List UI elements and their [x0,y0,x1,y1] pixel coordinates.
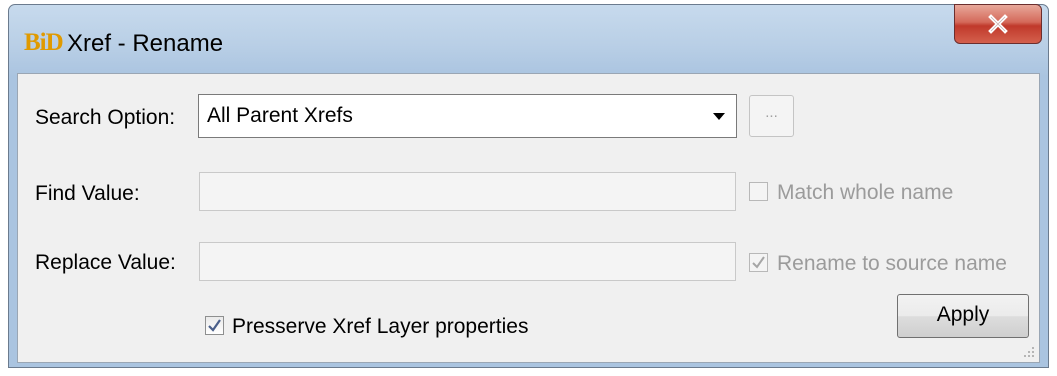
apply-button[interactable]: Apply [897,294,1029,338]
title-bar[interactable]: BiD Xref - Rename [9,5,1048,73]
resize-grip-icon[interactable] [1022,345,1036,359]
preserve-layer-properties-checkbox[interactable] [205,316,224,335]
replace-value-input[interactable] [199,242,736,281]
search-option-label: Search Option: [35,106,176,129]
rename-to-source-label: Rename to source name [777,252,1007,275]
app-logo-icon: BiD [24,29,64,56]
window-title: Xref - Rename [67,30,224,57]
search-option-selected-value: All Parent Xrefs [207,104,353,127]
rename-to-source-checkbox[interactable] [749,253,768,272]
match-whole-name-label: Match whole name [777,181,954,204]
close-button[interactable] [954,4,1042,44]
match-whole-name-checkbox[interactable] [749,182,768,201]
find-value-label: Find Value: [35,182,140,205]
check-mark-icon [752,256,765,269]
search-option-dropdown[interactable]: All Parent Xrefs [198,94,737,138]
close-icon [988,14,1008,34]
preserve-layer-properties-label: Presserve Xref Layer properties [232,315,529,338]
browse-button[interactable]: ... [749,95,794,137]
dialog-window: BiD Xref - Rename Search Option: All Par… [8,4,1049,368]
check-mark-icon [208,319,221,332]
replace-value-label: Replace Value: [35,251,176,274]
find-value-input[interactable] [199,172,736,211]
chevron-down-icon [713,113,725,120]
dialog-content: Search Option: All Parent Xrefs ... Find… [17,73,1040,363]
